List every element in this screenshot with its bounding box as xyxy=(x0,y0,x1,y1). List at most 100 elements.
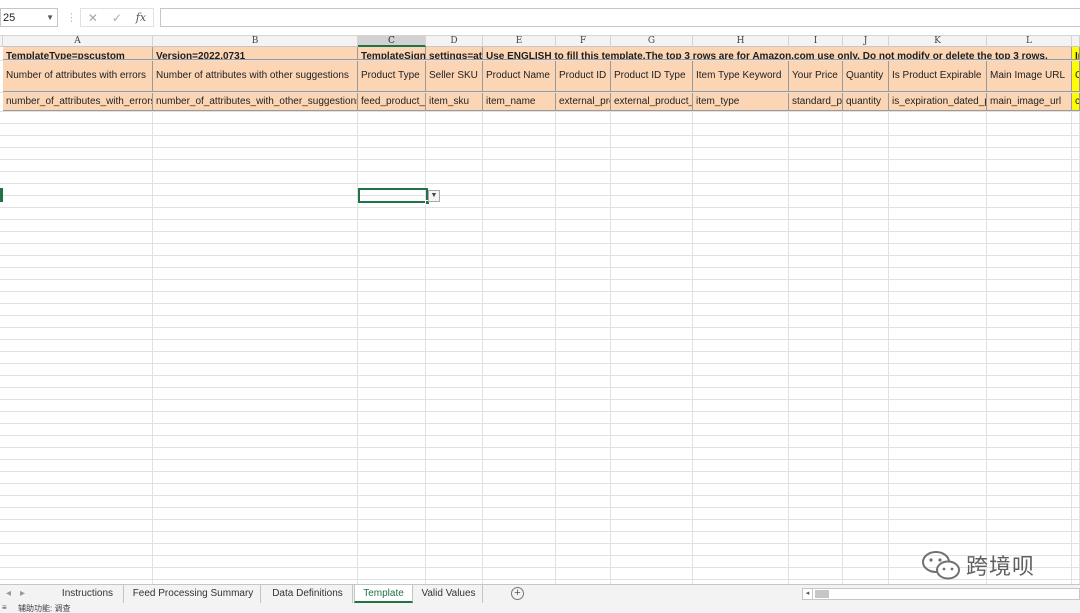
empty-cell[interactable] xyxy=(987,448,1072,459)
empty-cell[interactable] xyxy=(483,352,556,363)
empty-cell[interactable] xyxy=(426,220,483,231)
empty-cell[interactable] xyxy=(3,196,153,207)
empty-cell[interactable] xyxy=(358,496,426,507)
empty-cell[interactable] xyxy=(987,436,1072,447)
empty-cell[interactable] xyxy=(358,568,426,579)
empty-cell[interactable] xyxy=(483,112,556,123)
empty-cell[interactable] xyxy=(611,124,693,135)
empty-cell[interactable] xyxy=(889,400,987,411)
column-header-m[interactable] xyxy=(1072,36,1080,47)
empty-cell[interactable] xyxy=(153,136,358,147)
empty-cell[interactable] xyxy=(556,412,611,423)
empty-cell[interactable] xyxy=(889,172,987,183)
empty-cell[interactable] xyxy=(556,172,611,183)
empty-cell[interactable] xyxy=(483,292,556,303)
empty-cell[interactable] xyxy=(889,268,987,279)
empty-cell[interactable] xyxy=(889,436,987,447)
empty-cell[interactable] xyxy=(843,484,889,495)
empty-cell[interactable] xyxy=(358,172,426,183)
empty-cell[interactable] xyxy=(153,436,358,447)
empty-cell[interactable] xyxy=(611,328,693,339)
empty-cell[interactable] xyxy=(843,412,889,423)
empty-cell[interactable] xyxy=(1072,460,1080,471)
empty-cell[interactable] xyxy=(843,292,889,303)
empty-cell[interactable] xyxy=(789,520,843,531)
empty-cell[interactable] xyxy=(789,544,843,555)
empty-cell[interactable] xyxy=(556,340,611,351)
active-cell[interactable] xyxy=(358,188,430,205)
empty-cell[interactable] xyxy=(426,460,483,471)
empty-cell[interactable] xyxy=(1072,544,1080,555)
empty-cell[interactable] xyxy=(3,460,153,471)
empty-cell[interactable] xyxy=(789,304,843,315)
cell-m1[interactable]: In xyxy=(1072,47,1080,60)
empty-cell[interactable] xyxy=(889,316,987,327)
empty-cell[interactable] xyxy=(1072,484,1080,495)
empty-cell[interactable] xyxy=(483,400,556,411)
empty-cell[interactable] xyxy=(843,124,889,135)
empty-cell[interactable] xyxy=(426,268,483,279)
empty-cell[interactable] xyxy=(426,172,483,183)
empty-cell[interactable] xyxy=(843,388,889,399)
empty-cell[interactable] xyxy=(889,352,987,363)
empty-cell[interactable] xyxy=(611,340,693,351)
empty-cell[interactable] xyxy=(843,160,889,171)
empty-cell[interactable] xyxy=(611,460,693,471)
empty-cell[interactable] xyxy=(153,520,358,531)
empty-cell[interactable] xyxy=(426,280,483,291)
empty-cell[interactable] xyxy=(789,268,843,279)
empty-cell[interactable] xyxy=(1072,292,1080,303)
empty-cell[interactable] xyxy=(358,280,426,291)
empty-cell[interactable] xyxy=(693,472,789,483)
empty-cell[interactable] xyxy=(843,460,889,471)
empty-cell[interactable] xyxy=(611,484,693,495)
empty-cell[interactable] xyxy=(611,364,693,375)
empty-cell[interactable] xyxy=(358,112,426,123)
cell-e1[interactable]: Use ENGLISH to fill this template.The to… xyxy=(483,47,1072,60)
empty-cell[interactable] xyxy=(483,376,556,387)
empty-cell[interactable] xyxy=(693,496,789,507)
empty-cell[interactable] xyxy=(1072,256,1080,267)
empty-cell[interactable] xyxy=(483,544,556,555)
empty-cell[interactable] xyxy=(556,124,611,135)
empty-cell[interactable] xyxy=(426,388,483,399)
empty-cell[interactable] xyxy=(153,376,358,387)
empty-cell[interactable] xyxy=(556,280,611,291)
empty-cell[interactable] xyxy=(611,208,693,219)
empty-cell[interactable] xyxy=(556,184,611,195)
empty-cell[interactable] xyxy=(889,232,987,243)
empty-cell[interactable] xyxy=(153,184,358,195)
empty-cell[interactable] xyxy=(611,148,693,159)
empty-cell[interactable] xyxy=(987,388,1072,399)
empty-cell[interactable] xyxy=(358,148,426,159)
empty-cell[interactable] xyxy=(1072,556,1080,567)
empty-cell[interactable] xyxy=(3,256,153,267)
empty-cell[interactable] xyxy=(693,364,789,375)
empty-cell[interactable] xyxy=(1072,520,1080,531)
empty-cell[interactable] xyxy=(1072,136,1080,147)
column-header-b[interactable]: B xyxy=(153,36,358,47)
cell-d1[interactable]: settings=attr xyxy=(426,47,483,60)
empty-cell[interactable] xyxy=(153,400,358,411)
empty-cell[interactable] xyxy=(1072,424,1080,435)
empty-cell[interactable] xyxy=(3,280,153,291)
empty-cell[interactable] xyxy=(556,232,611,243)
empty-cell[interactable] xyxy=(889,280,987,291)
cell-b3[interactable]: number_of_attributes_with_other_suggesti… xyxy=(153,93,358,111)
empty-cell[interactable] xyxy=(556,556,611,567)
empty-cell[interactable] xyxy=(3,520,153,531)
empty-cell[interactable] xyxy=(611,400,693,411)
empty-cell[interactable] xyxy=(693,196,789,207)
empty-cell[interactable] xyxy=(693,136,789,147)
empty-cell[interactable] xyxy=(693,184,789,195)
empty-cell[interactable] xyxy=(3,328,153,339)
empty-cell[interactable] xyxy=(556,316,611,327)
empty-cell[interactable] xyxy=(889,196,987,207)
empty-cell[interactable] xyxy=(3,424,153,435)
empty-cell[interactable] xyxy=(611,136,693,147)
empty-cell[interactable] xyxy=(358,352,426,363)
empty-cell[interactable] xyxy=(358,532,426,543)
empty-cell[interactable] xyxy=(3,340,153,351)
empty-cell[interactable] xyxy=(358,136,426,147)
empty-cell[interactable] xyxy=(3,400,153,411)
